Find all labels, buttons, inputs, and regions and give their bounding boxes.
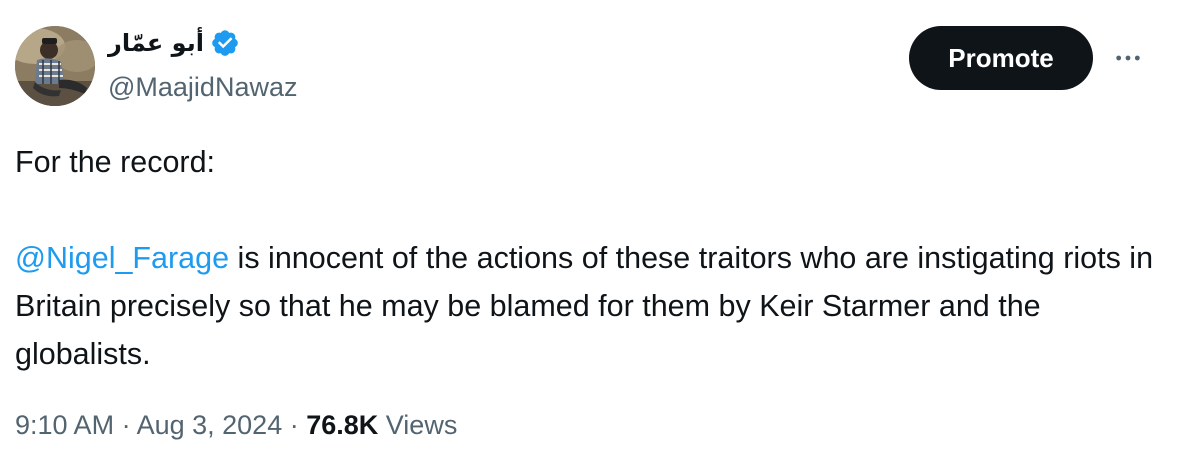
author-avatar[interactable] (15, 26, 95, 106)
author-display-name[interactable]: أبو عمّار (108, 28, 204, 58)
views-count[interactable]: 76.8K (306, 410, 378, 440)
author-name-row: أبو عمّار (108, 28, 240, 58)
more-options-button[interactable] (1108, 40, 1148, 76)
mention-link[interactable]: @Nigel_Farage (15, 241, 229, 275)
meta-separator-2: · (282, 410, 307, 440)
tweet-text: For the record: @Nigel_Farage is innocen… (15, 138, 1165, 378)
more-options-icon (1116, 55, 1140, 61)
views-label: Views (378, 410, 458, 440)
tweet-card: أبو عمّار @MaajidNawaz Promote For the r… (0, 0, 1178, 466)
meta-separator: · (114, 410, 137, 440)
verified-badge-icon[interactable] (210, 28, 240, 58)
tweet-meta: 9:10 AM · Aug 3, 2024 · 76.8K Views (15, 408, 457, 442)
promote-button[interactable]: Promote (909, 26, 1093, 90)
avatar-photo-icon (15, 26, 95, 106)
tweet-date[interactable]: Aug 3, 2024 (137, 410, 283, 440)
tweet-time[interactable]: 9:10 AM (15, 410, 114, 440)
tweet-text-body: @Nigel_Farage is innocent of the actions… (15, 234, 1165, 378)
tweet-text-line1: For the record: (15, 145, 216, 179)
author-handle[interactable]: @MaajidNawaz (108, 70, 297, 104)
